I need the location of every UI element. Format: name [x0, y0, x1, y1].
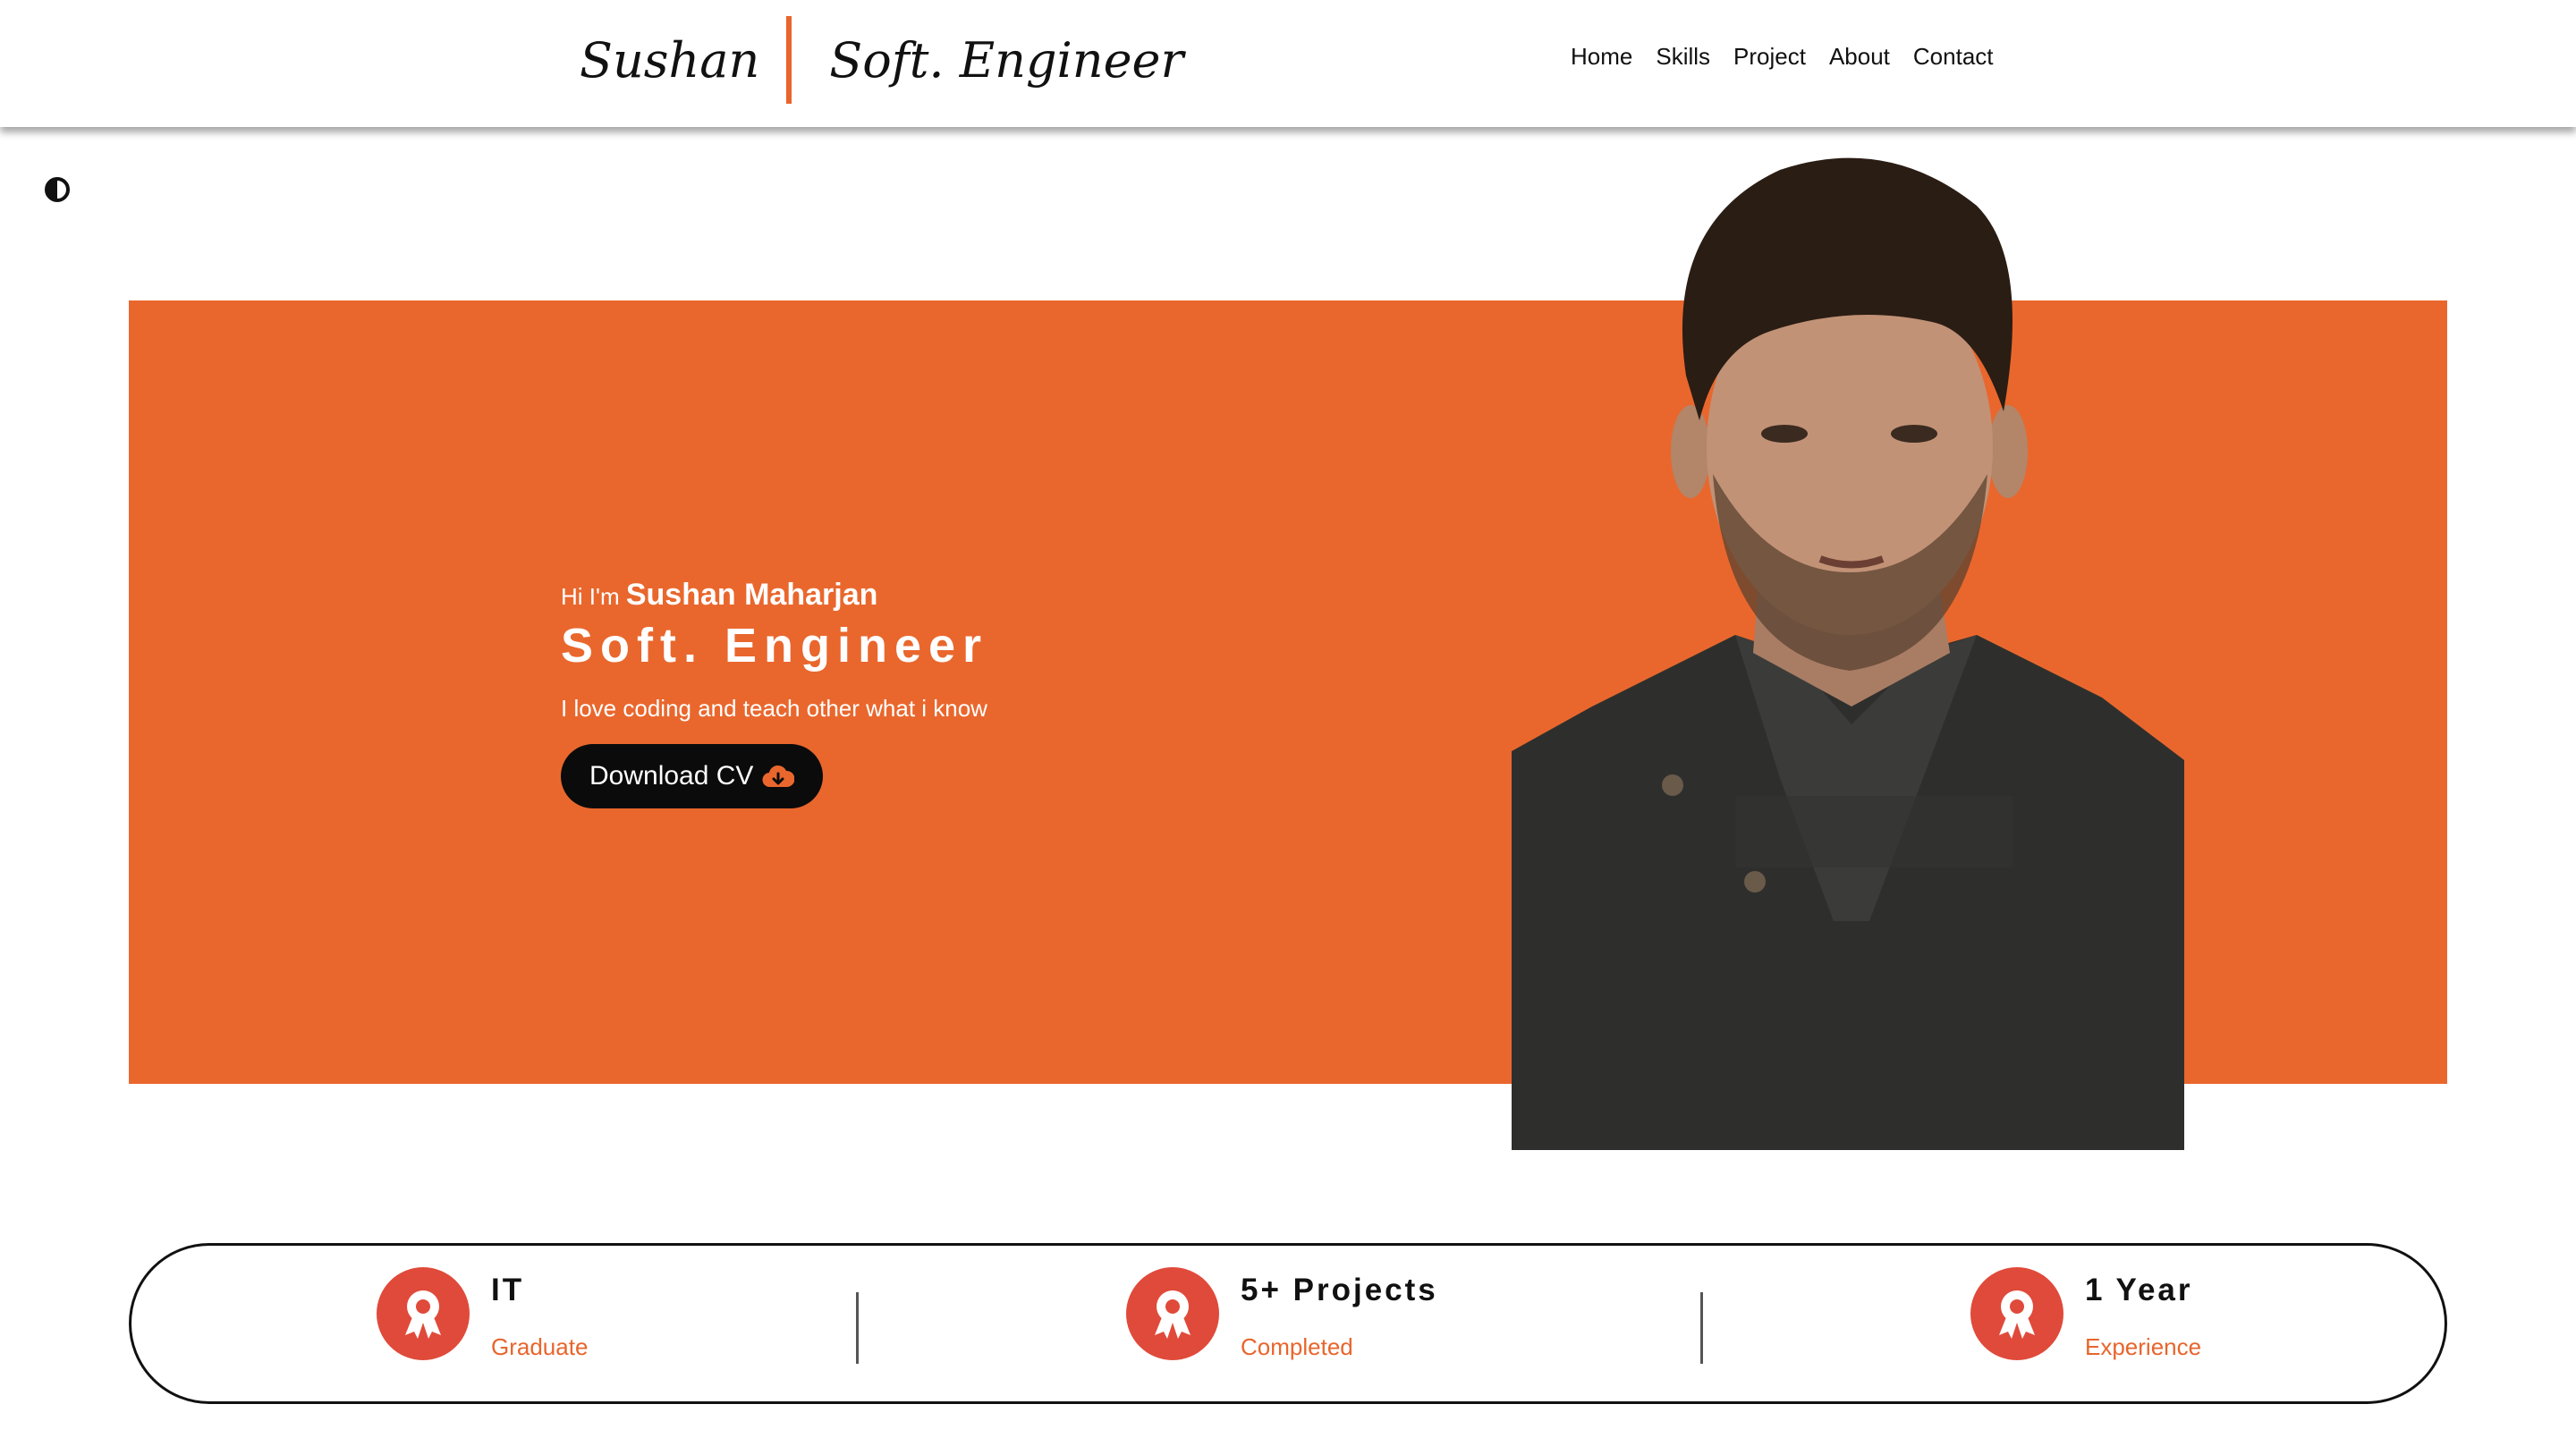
stat-experience: 1 Year Experience [1970, 1267, 2201, 1361]
stat-divider [1700, 1292, 1703, 1364]
brand-role: Soft. Engineer [829, 31, 1184, 89]
stats-bar: IT Graduate 5+ Projects Completed 1 Year… [129, 1243, 2447, 1404]
theme-toggle-icon[interactable] [45, 177, 70, 202]
hero-greeting: Hi I'm Sushan Maharjan [561, 578, 988, 613]
nav-about[interactable]: About [1829, 43, 1890, 71]
hero-text: Hi I'm Sushan Maharjan Soft. Engineer I … [561, 578, 988, 808]
nav-skills[interactable]: Skills [1656, 43, 1710, 71]
stat-sub: Experience [2085, 1333, 2202, 1360]
nav-project[interactable]: Project [1733, 43, 1806, 71]
cloud-download-icon [762, 765, 795, 788]
stat-education: IT Graduate [377, 1267, 588, 1361]
award-icon [377, 1267, 470, 1360]
stat-sub: Completed [1241, 1333, 1353, 1360]
greeting-text: Hi I'm [561, 583, 620, 610]
stat-sub: Graduate [491, 1333, 589, 1360]
stat-main: 5+ Projects [1241, 1273, 1438, 1307]
stat-projects: 5+ Projects Completed [1126, 1267, 1438, 1361]
nav-home[interactable]: Home [1571, 43, 1632, 71]
profile-photo [1512, 157, 2184, 1150]
nav-contact[interactable]: Contact [1913, 43, 1994, 71]
hero-tagline: I love coding and teach other what i kno… [561, 695, 987, 722]
award-icon [1970, 1267, 2063, 1360]
download-cv-button[interactable]: Download CV [561, 744, 824, 808]
brand-divider [786, 16, 792, 104]
stat-divider [856, 1292, 859, 1364]
award-icon [1126, 1267, 1219, 1360]
stat-main: IT [491, 1273, 525, 1307]
hero-title: Soft. Engineer [561, 619, 989, 672]
download-cv-label: Download CV [589, 761, 754, 791]
brand-name: Sushan [580, 31, 760, 89]
brand[interactable]: Sushan Soft. Engineer [580, 16, 1183, 104]
stat-main: 1 Year [2085, 1273, 2193, 1307]
hero-name: Sushan Maharjan [625, 578, 878, 612]
site-header: Sushan Soft. Engineer Home Skills Projec… [0, 0, 2576, 127]
main-nav: Home Skills Project About Contact [1571, 43, 1994, 71]
